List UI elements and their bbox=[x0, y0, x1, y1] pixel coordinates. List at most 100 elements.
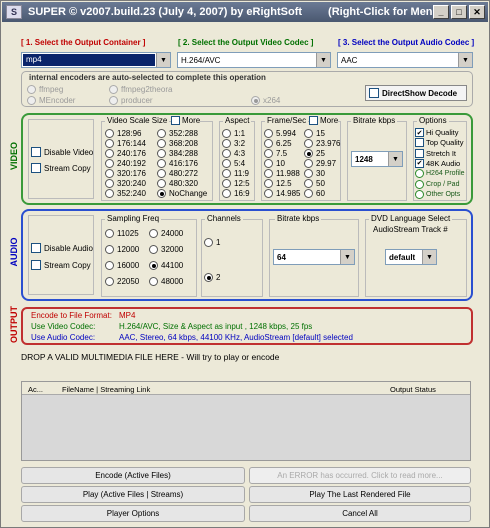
close-button[interactable]: ✕ bbox=[469, 5, 485, 19]
disable-video-checkbox[interactable]: Disable Video bbox=[31, 147, 93, 157]
cancel-all-button[interactable]: Cancel All bbox=[249, 505, 471, 522]
chevron-down-icon[interactable]: ▼ bbox=[422, 250, 436, 264]
freq-option[interactable]: 24000 bbox=[149, 229, 183, 238]
player-options-button[interactable]: Player Options bbox=[21, 505, 245, 522]
main-window: S SUPER © v2007.build.23 (July 4, 2007) … bbox=[0, 0, 490, 528]
scale-title: Video Scale Size bbox=[105, 116, 170, 125]
audio-stream-copy-checkbox[interactable]: Stream Copy bbox=[31, 260, 91, 270]
fps-option[interactable]: 30 bbox=[304, 169, 325, 178]
fps-option[interactable]: 5.994 bbox=[264, 129, 296, 138]
scale-option[interactable]: 320:176 bbox=[105, 169, 146, 178]
aspect-option[interactable]: 12:5 bbox=[222, 179, 250, 188]
video-bitrate-title: Bitrate kbps bbox=[351, 116, 398, 125]
radio-icon bbox=[222, 179, 231, 188]
minimize-button[interactable]: _ bbox=[433, 5, 449, 19]
scale-option[interactable]: 384:288 bbox=[157, 149, 198, 158]
container-select[interactable]: mp4 ▼ bbox=[21, 52, 171, 68]
scale-option[interactable]: 240:192 bbox=[105, 159, 146, 168]
radio-icon bbox=[304, 179, 313, 188]
freq-option[interactable]: 32000 bbox=[149, 245, 183, 254]
scale-option[interactable]: 128:96 bbox=[105, 129, 141, 138]
video-option-checkbox[interactable]: ✔ 48K Audio bbox=[415, 158, 460, 168]
title-bar[interactable]: S SUPER © v2007.build.23 (July 4, 2007) … bbox=[2, 2, 488, 22]
scale-option[interactable]: 176:144 bbox=[105, 139, 146, 148]
dvd-subtitle: AudioStream Track # bbox=[373, 225, 448, 234]
chevron-down-icon[interactable]: ▼ bbox=[340, 250, 354, 264]
aspect-option[interactable]: 11:9 bbox=[222, 169, 249, 178]
column-header-status[interactable]: Output Status bbox=[390, 385, 436, 394]
scale-option[interactable]: 320:240 bbox=[105, 179, 146, 188]
video-option-checkbox[interactable]: H264 Profile bbox=[415, 169, 465, 179]
fps-option[interactable]: 29.97 bbox=[304, 159, 336, 168]
fps-option[interactable]: 10 bbox=[264, 159, 285, 168]
error-button[interactable]: An ERROR has occurred. Click to read mor… bbox=[249, 467, 471, 484]
freq-option[interactable]: 48000 bbox=[149, 277, 183, 286]
chevron-down-icon[interactable]: ▼ bbox=[458, 53, 472, 67]
dvd-track-select[interactable]: default ▼ bbox=[385, 249, 437, 265]
scale-option[interactable]: 240:176 bbox=[105, 149, 146, 158]
video-codec-select[interactable]: H.264/AVC ▼ bbox=[177, 52, 331, 68]
fps-option[interactable]: 60 bbox=[304, 189, 325, 198]
scale-option[interactable]: 352:240 bbox=[105, 189, 146, 198]
encode-button[interactable]: Encode (Active Files) bbox=[21, 467, 245, 484]
freq-option[interactable]: 22050 bbox=[105, 277, 139, 286]
fps-option[interactable]: 6.25 bbox=[264, 139, 292, 148]
file-list[interactable]: Ac... FileName | Streaming Link Output S… bbox=[21, 381, 471, 461]
video-option-checkbox[interactable]: Other Opts bbox=[415, 189, 460, 199]
video-option-checkbox[interactable]: Top Quality bbox=[415, 138, 464, 148]
channel-option[interactable]: 1 bbox=[204, 238, 220, 247]
scale-option[interactable]: 352:288 bbox=[157, 129, 198, 138]
aspect-option[interactable]: 3:2 bbox=[222, 139, 245, 148]
aspect-option[interactable]: 16:9 bbox=[222, 189, 250, 198]
maximize-button[interactable]: □ bbox=[451, 5, 467, 19]
video-stream-copy-checkbox[interactable]: Stream Copy bbox=[31, 163, 91, 173]
aspect-option[interactable]: 1:1 bbox=[222, 129, 245, 138]
audio-bitrate-select[interactable]: 64 ▼ bbox=[273, 249, 355, 265]
scale-option[interactable]: 416:176 bbox=[157, 159, 198, 168]
freq-option[interactable]: 11025 bbox=[105, 229, 139, 238]
fps-more-checkbox[interactable]: More bbox=[309, 116, 339, 125]
fps-option[interactable]: 25 bbox=[304, 149, 325, 158]
freq-option[interactable]: 16000 bbox=[105, 261, 139, 270]
fps-option[interactable]: 7.5 bbox=[264, 149, 287, 158]
radio-icon bbox=[105, 189, 114, 198]
chevron-down-icon[interactable]: ▼ bbox=[388, 152, 402, 166]
video-option-checkbox[interactable]: Crop / Pad bbox=[415, 179, 459, 189]
freq-option[interactable]: 12000 bbox=[105, 245, 139, 254]
radio-icon bbox=[222, 159, 231, 168]
fps-option[interactable]: 50 bbox=[304, 179, 325, 188]
radio-icon bbox=[304, 169, 313, 178]
fps-option[interactable]: 11.988 bbox=[264, 169, 300, 178]
window-title: SUPER © v2007.build.23 (July 4, 2007) by… bbox=[28, 6, 303, 18]
play-last-button[interactable]: Play The Last Rendered File bbox=[249, 486, 471, 503]
channel-option[interactable]: 2 bbox=[204, 273, 220, 282]
radio-icon bbox=[264, 189, 273, 198]
radio-icon bbox=[264, 149, 273, 158]
column-header-filename[interactable]: FileName | Streaming Link bbox=[62, 385, 150, 394]
aspect-option[interactable]: 5:4 bbox=[222, 159, 245, 168]
scale-option[interactable]: 480:320 bbox=[157, 179, 198, 188]
video-option-checkbox[interactable]: Stretch It bbox=[415, 148, 456, 158]
play-button[interactable]: Play (Active Files | Streams) bbox=[21, 486, 245, 503]
radio-icon bbox=[105, 149, 114, 158]
column-header-action[interactable]: Ac... bbox=[28, 385, 43, 394]
video-bitrate-select[interactable]: 1248 ▼ bbox=[351, 151, 403, 167]
scale-option[interactable]: 368:208 bbox=[157, 139, 198, 148]
fps-option[interactable]: 15 bbox=[304, 129, 325, 138]
video-option-checkbox[interactable]: ✔ Hi Quality bbox=[415, 128, 459, 137]
scale-option[interactable]: NoChange bbox=[157, 189, 207, 198]
menu-hint: (Right-Click for Menu) bbox=[328, 6, 443, 18]
directshow-decode-checkbox[interactable]: DirectShow Decode bbox=[365, 85, 467, 101]
fps-option[interactable]: 14.985 bbox=[264, 189, 300, 198]
chevron-down-icon[interactable]: ▼ bbox=[156, 53, 170, 67]
chevron-down-icon[interactable]: ▼ bbox=[316, 53, 330, 67]
disable-audio-checkbox[interactable]: Disable Audio bbox=[31, 243, 93, 253]
scale-option[interactable]: 480:272 bbox=[157, 169, 198, 178]
fps-option[interactable]: 23.976 bbox=[304, 139, 340, 148]
checkbox-icon bbox=[415, 138, 424, 148]
aspect-option[interactable]: 4:3 bbox=[222, 149, 245, 158]
fps-option[interactable]: 12.5 bbox=[264, 179, 292, 188]
scale-more-checkbox[interactable]: More bbox=[171, 116, 201, 125]
freq-option[interactable]: 44100 bbox=[149, 261, 183, 270]
audio-codec-select[interactable]: AAC ▼ bbox=[337, 52, 473, 68]
